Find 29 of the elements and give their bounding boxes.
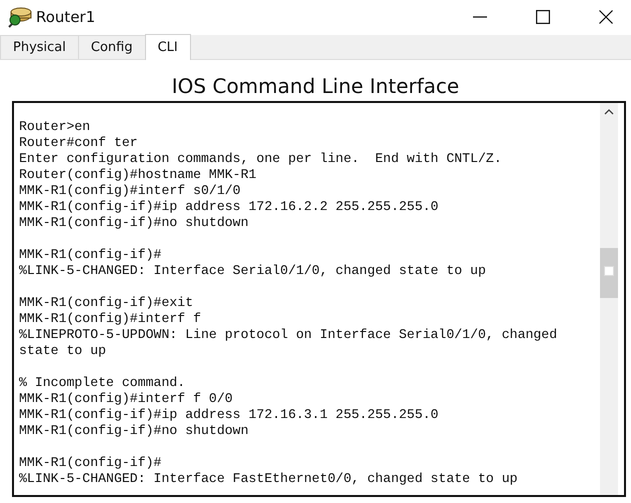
terminal-line: %LINEPROTO-5-UPDOWN: Line protocol on Interface Serial0/1/0, changed state to up [19,327,558,359]
tab[interactable]: Physical [0,35,79,59]
terminal-line: MMK-R1(config)#interf f [19,311,202,327]
terminal-line: MMK-R1(config-if)#ip address 172.16.3.1 255.255.255.0 [19,407,440,423]
router-icon [8,6,32,28]
terminal-line: %LINK-5-CHANGED: Interface FastEthernet0/0, changed state to up [19,471,519,487]
close-icon[interactable] [599,10,613,24]
terminal-line: % Incomplete command. [19,375,186,391]
terminal-line: Router#conf ter [19,135,139,151]
scrollbar[interactable] [600,103,618,495]
tab[interactable]: CLI [144,34,191,60]
minimize-icon[interactable] [473,16,487,18]
maximize-icon[interactable] [536,10,550,24]
terminal-line: MMK-R1(config-if)#no shutdown [19,423,250,439]
terminal-line: Enter configuration commands, one per line. End with CNTL/Z. [19,151,503,167]
terminal-line: %LINK-5-CHANGED: Interface Serial0/1/0, changed state to up [19,263,487,279]
terminal-line: MMK-R1(config-if)#no shutdown [19,215,250,231]
window-title: Router1 [36,8,96,26]
section-heading: IOS Command Line Interface [170,73,460,100]
terminal-line: MMK-R1(config)#interf f 0/0 [19,391,234,407]
terminal-line: MMK-R1(config-if)# [19,247,162,263]
terminal-line: Router>en [19,119,92,135]
terminal-line: MMK-R1(config-if)# [19,455,162,471]
terminal-line: MMK-R1(config-if)#exit [19,295,194,311]
terminal-line: MMK-R1(config-if)#ip address 172.16.2.2 255.255.255.0 [19,199,440,215]
scroll-thumb[interactable] [600,248,618,298]
terminal-line: MMK-R1(config)#interf s0/1/0 [19,183,242,199]
scroll-up-icon[interactable] [604,109,614,115]
terminal-line: Router(config)#hostname MMK-R1 [19,167,258,183]
